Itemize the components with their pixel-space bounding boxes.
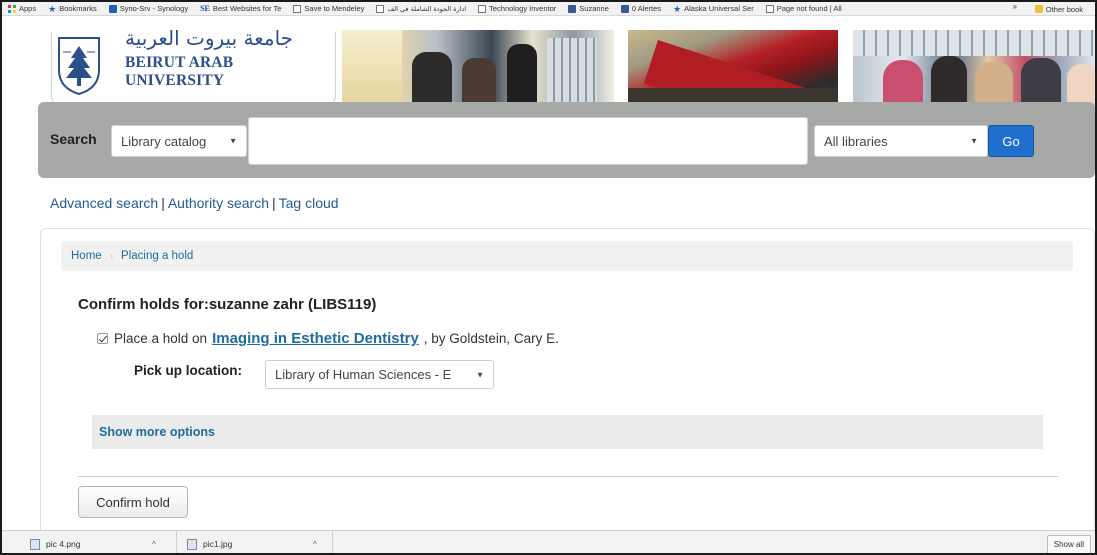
bookmark-label: Save to Mendeley (304, 4, 365, 13)
page-icon (478, 4, 487, 13)
header-photo-library (853, 30, 1095, 110)
bookmark-label: Best Websites for Te (212, 4, 282, 13)
main-content: Home › Placing a hold Confirm holds for:… (40, 228, 1095, 548)
folder-icon (1034, 5, 1043, 13)
bookmark-synology[interactable]: Syno-Srv - Synology (108, 4, 189, 13)
dropdown-caret-icon: ▼ (970, 136, 978, 146)
search-input[interactable] (248, 117, 808, 165)
bookmark-best-websites[interactable]: SE Best Websites for Te (200, 4, 281, 13)
bookmark-label: Bookmarks (59, 4, 97, 13)
breadcrumb-separator: › (109, 250, 114, 262)
libraries-select[interactable]: All libraries ▼ (814, 125, 988, 157)
download-filename: pic1.jpg (203, 539, 233, 549)
bookmark-label: 0 Alertes (631, 4, 662, 13)
header-photo-book (628, 30, 838, 110)
more-options-panel: Show more options (92, 415, 1043, 449)
download-item[interactable]: pic 4.png ^ (30, 531, 177, 553)
page-icon (293, 4, 302, 13)
catalog-select[interactable]: Library catalog ▼ (111, 125, 247, 157)
bookmark-technology[interactable]: Technology Inventor (478, 4, 556, 13)
download-item[interactable]: pic1.jpg ^ (187, 531, 333, 553)
chevron-up-icon[interactable]: ^ (152, 540, 156, 549)
bookmark-page-not-found[interactable]: Page not found | All (765, 4, 842, 13)
link-separator: | (161, 195, 165, 211)
image-file-icon (30, 538, 40, 550)
authority-search-link[interactable]: Authority search (168, 195, 269, 211)
apps-icon (8, 4, 16, 13)
download-filename: pic 4.png (46, 539, 81, 549)
bookmark-alertes[interactable]: 0 Alertes (620, 4, 662, 13)
hold-title-link[interactable]: Imaging in Esthetic Dentistry (212, 330, 419, 347)
pickup-location-value: Library of Human Sciences - E (275, 367, 452, 382)
breadcrumb: Home › Placing a hold (61, 241, 1073, 271)
bookmark-label: Other book (1045, 4, 1083, 14)
se-icon: SE (200, 3, 210, 13)
bookmark-mendeley[interactable]: Save to Mendeley (293, 4, 364, 13)
download-bar: pic 4.png ^ pic1.jpg ^ Show all (2, 530, 1095, 553)
bookmarks-overflow-button[interactable]: » (1013, 2, 1017, 11)
bookmark-arabic[interactable]: ادارة الجودة الشاملة في الف (376, 4, 467, 13)
site-header: جامعة بيروت العربية BEIRUT ARAB UNIVERSI… (2, 16, 1095, 110)
bookmark-apps[interactable]: Apps (8, 4, 36, 13)
university-name-arabic: جامعة بيروت العربية (125, 26, 294, 50)
catalog-select-value: Library catalog (121, 133, 207, 149)
page-title: Confirm holds for:suzanne zahr (LIBS119) (78, 296, 377, 313)
advanced-search-link[interactable]: Advanced search (50, 195, 158, 211)
pickup-location-label: Pick up location: (134, 363, 243, 378)
breadcrumb-home-link[interactable]: Home (71, 250, 102, 262)
confirm-hold-button[interactable]: Confirm hold (78, 486, 188, 518)
bookmark-label: ادارة الجودة الشاملة في الف (387, 4, 467, 13)
cedar-crest-icon (58, 37, 100, 96)
university-logo[interactable]: جامعة بيروت العربية BEIRUT ARAB UNIVERSI… (51, 26, 336, 106)
page-icon (765, 4, 774, 13)
bookmark-bookmarks[interactable]: ★ Bookmarks (48, 4, 97, 13)
bookmarks-bar: Apps ★ Bookmarks Syno-Srv - Synology SE … (2, 2, 1095, 16)
hold-checkbox[interactable] (97, 333, 108, 344)
show-all-downloads-button[interactable]: Show all (1046, 535, 1091, 553)
header-photo-students (342, 30, 614, 110)
page-icon (376, 4, 385, 13)
bookmark-label: Syno-Srv - Synology (119, 4, 189, 13)
link-separator: | (272, 195, 276, 211)
dropdown-caret-icon: ▼ (476, 370, 484, 379)
bookmark-label: Technology Inventor (489, 4, 557, 13)
hold-author-text: , by Goldstein, Cary E. (423, 331, 559, 346)
search-bar: Search Library catalog ▼ All libraries ▼… (38, 102, 1095, 178)
bookmark-other[interactable]: Other book (1030, 2, 1083, 15)
bookmark-label: Alaska Universal Ser (684, 4, 754, 13)
breadcrumb-current-link[interactable]: Placing a hold (121, 250, 193, 262)
bookmark-label: Apps (19, 4, 37, 13)
bookmark-alaska[interactable]: ★ Alaska Universal Ser (673, 4, 754, 13)
libraries-select-value: All libraries (824, 133, 888, 149)
bookmark-label: Suzanne (579, 4, 609, 13)
bookmark-label: Page not found | All (776, 4, 842, 13)
show-more-options-link[interactable]: Show more options (99, 425, 215, 439)
hold-item-row: Place a hold on Imaging in Esthetic Dent… (97, 330, 559, 347)
browser-window: Apps ★ Bookmarks Syno-Srv - Synology SE … (0, 0, 1097, 555)
search-label: Search (50, 131, 97, 147)
image-file-icon (187, 538, 197, 550)
synology-icon (108, 4, 117, 13)
pickup-location-select[interactable]: Library of Human Sciences - E ▼ (265, 360, 494, 389)
star-icon: ★ (48, 3, 57, 14)
chevron-up-icon[interactable]: ^ (313, 540, 317, 549)
tag-cloud-link[interactable]: Tag cloud (279, 195, 339, 211)
facebook-icon (620, 4, 629, 13)
bookmark-suzanne[interactable]: Suzanne (568, 4, 609, 13)
facebook-icon (568, 4, 577, 13)
divider (78, 476, 1058, 477)
go-button[interactable]: Go (988, 125, 1034, 157)
dropdown-caret-icon: ▼ (229, 136, 237, 146)
hold-prefix-text: Place a hold on (114, 331, 208, 346)
search-links: Advanced search | Authority search | Tag clo… (50, 195, 339, 211)
university-name-english: BEIRUT ARAB UNIVERSITY (125, 54, 234, 89)
star-icon: ★ (673, 3, 682, 14)
